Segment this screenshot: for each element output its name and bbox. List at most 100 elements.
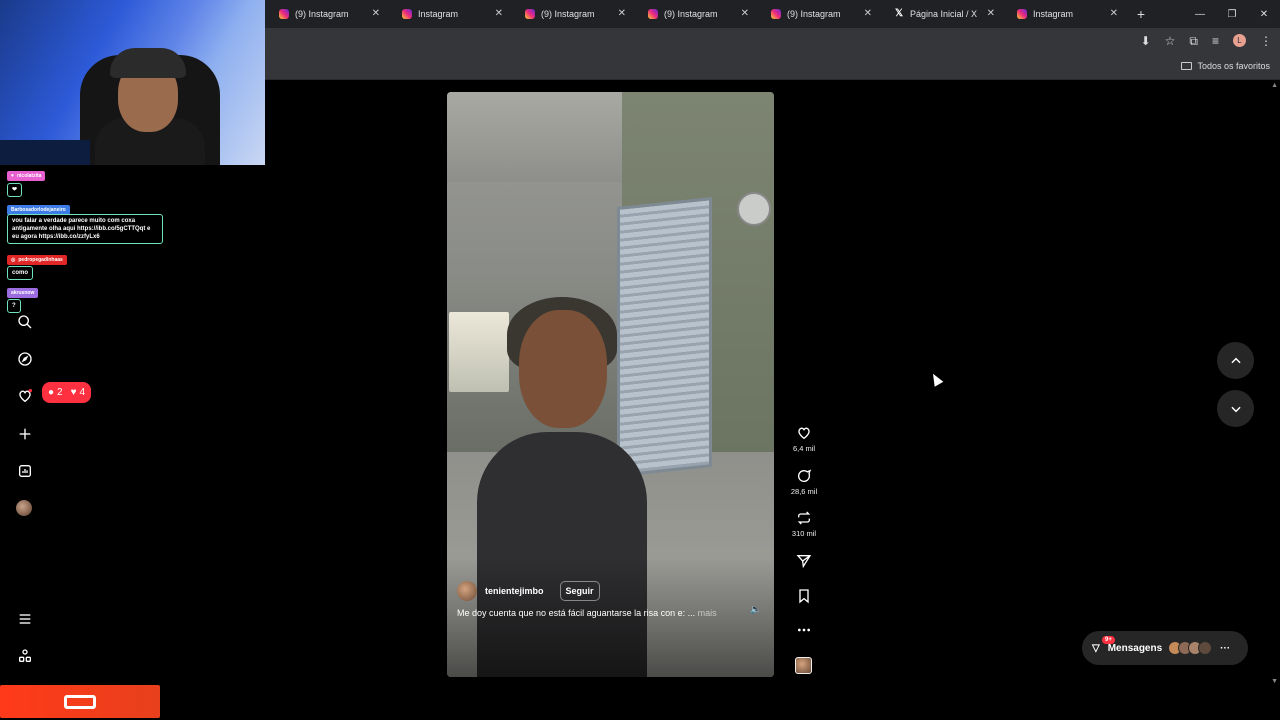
stream-brand-logo (0, 685, 160, 718)
chat-text: como (12, 270, 29, 276)
chat-text: vou falar a verdade parece muito com cox… (12, 218, 151, 240)
previous-reel-button[interactable] (1217, 342, 1254, 379)
bookmarks-label: Todos os favoritos (1197, 61, 1270, 71)
chat-message: como (7, 266, 34, 280)
chat-username: pedropegadinhaas (18, 257, 63, 263)
mouse-cursor (928, 371, 944, 387)
instagram-icon (1017, 9, 1027, 19)
caption-text: Me doy cuenta que no está fácil aguantar… (457, 608, 696, 618)
comment-count: 28,6 mil (790, 487, 818, 496)
close-icon[interactable]: ✕ (864, 8, 872, 19)
messages-button[interactable]: ▽ 9+ Mensagens ··· (1082, 631, 1248, 665)
author-username[interactable]: tenientejimbo (485, 586, 544, 596)
instagram-icon (771, 9, 781, 19)
close-icon[interactable]: ✕ (987, 8, 995, 19)
volume-icon[interactable]: 🔈 (750, 604, 761, 615)
browser-tab[interactable]: (9) Instagram ✕ (265, 0, 388, 28)
browser-tab[interactable]: (9) Instagram ✕ (511, 0, 634, 28)
messages-badge: 9+ (1102, 636, 1115, 644)
bookmark-icon (799, 589, 809, 604)
menu-kebab-icon[interactable]: ⋮ (1260, 34, 1272, 49)
close-icon[interactable]: ✕ (618, 8, 626, 19)
send-icon (796, 555, 812, 569)
tab-title: (9) Instagram (664, 9, 718, 19)
also-from-meta-icon[interactable] (16, 647, 34, 665)
browser-tab[interactable]: 𝕏 Página Inicial / X ✕ (880, 0, 1003, 28)
close-icon[interactable]: ✕ (495, 8, 503, 19)
instagram-icon: ◎ (11, 257, 16, 263)
close-icon[interactable]: ✕ (1110, 8, 1118, 19)
comment-icon (798, 469, 812, 482)
browser-tab[interactable]: Instagram ✕ (388, 0, 511, 28)
install-app-icon[interactable]: ⬇ (1141, 34, 1151, 49)
menu-hamburger-icon[interactable] (16, 610, 34, 628)
like-count-value: 4 (79, 387, 86, 398)
browser-tab[interactable]: (9) Instagram ✕ (634, 0, 757, 28)
tab-title: Instagram (1033, 9, 1074, 19)
heart-icon: ♥ (11, 173, 14, 179)
chat-message: vou falar a verdade parece muito com cox… (7, 214, 163, 244)
author-avatar[interactable] (457, 581, 477, 601)
chat-username-tag: akrusnow (7, 288, 39, 298)
media-control-icon[interactable]: ≡ (1212, 34, 1219, 49)
follow-button[interactable]: Seguir (559, 581, 600, 601)
browser-toolbar: ⬇ ☆ ⧉ ≡ L ⋮ (265, 28, 1280, 54)
comment-count-value: 2 (57, 387, 63, 398)
stream-logo-icon (64, 694, 96, 709)
scroll-up-arrow-icon[interactable]: ▲ (1271, 82, 1278, 89)
chevron-down-icon (1230, 406, 1241, 412)
close-icon[interactable]: ✕ (741, 8, 749, 19)
avatar (1198, 641, 1213, 655)
message-avatars (1168, 641, 1213, 655)
streamer-cap (110, 48, 186, 78)
tab-title: (9) Instagram (787, 9, 841, 19)
tab-title: Página Inicial / X (910, 9, 978, 19)
chat-text: ? (12, 303, 16, 309)
create-plus-icon[interactable] (16, 425, 34, 443)
next-reel-button[interactable] (1217, 390, 1254, 427)
comment-action[interactable]: 28,6 mil (782, 468, 826, 496)
minimize-icon[interactable]: — (1184, 0, 1216, 28)
bookmark-star-icon[interactable]: ☆ (1165, 34, 1176, 49)
profile-avatar[interactable]: L (1233, 34, 1246, 47)
notifications-popover[interactable]: ● 2 ♥ 4 (42, 382, 92, 403)
chat-username: Barbosadorlodejaneiro (11, 207, 66, 213)
chat-username-tag: ♥ nicolatzita (7, 171, 46, 181)
more-options-action[interactable] (782, 622, 826, 638)
browser-tab[interactable]: (9) Instagram ✕ (757, 0, 880, 28)
instagram-icon (648, 9, 658, 19)
instagram-icon (402, 9, 412, 19)
caption-more-link[interactable]: mais (698, 608, 717, 618)
send-icon: ▽ (1092, 642, 1100, 654)
audio-thumbnail[interactable] (795, 657, 812, 674)
scroll-down-arrow-icon[interactable]: ▼ (1271, 678, 1278, 685)
close-window-icon[interactable]: ✕ (1248, 0, 1280, 28)
explore-compass-icon[interactable] (16, 350, 34, 368)
chat-username-tag: ◎ pedropegadinhaas (7, 255, 67, 265)
save-action[interactable] (782, 588, 826, 604)
reel-author: tenientejimbo Seguir (457, 581, 600, 601)
close-icon[interactable]: ✕ (372, 8, 380, 19)
browser-tab-active[interactable]: Instagram ✕ (1003, 0, 1126, 28)
repost-action[interactable]: 310 mil (782, 510, 826, 538)
instagram-icon (279, 9, 289, 19)
reel-caption[interactable]: Me doy cuenta que no está fácil aguantar… (457, 608, 737, 618)
like-action[interactable]: 6,4 mil (782, 425, 826, 453)
comment-count: ● 2 (48, 387, 63, 398)
new-tab-button[interactable]: + (1132, 6, 1150, 22)
webcam-overlay (0, 0, 265, 165)
extensions-icon[interactable]: ⧉ (1189, 34, 1198, 49)
notifications-heart-icon[interactable] (16, 387, 34, 405)
messages-label: Mensagens (1107, 642, 1163, 654)
share-action[interactable] (782, 553, 826, 569)
comment-bubble-icon: ● (48, 387, 55, 398)
chat-message: ? (7, 299, 21, 313)
browser-tabbar: (9) Instagram ✕ Instagram ✕ (9) Instagram ✕… (265, 0, 1280, 28)
dashboard-chart-icon[interactable] (16, 462, 34, 480)
search-icon[interactable] (16, 313, 34, 331)
bookmarks-bar: Todos os favoritos (265, 54, 1280, 80)
bottom-bar (0, 686, 1280, 720)
all-bookmarks-button[interactable]: Todos os favoritos (1181, 61, 1270, 71)
restore-icon[interactable]: ❐ (1216, 0, 1248, 28)
profile-avatar[interactable] (16, 500, 32, 516)
